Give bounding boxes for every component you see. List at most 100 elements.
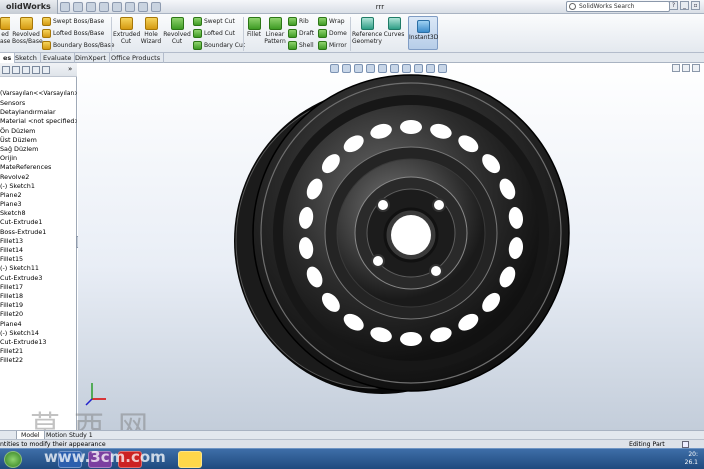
tree-item[interactable]: Fillet13 xyxy=(0,237,77,246)
start-button[interactable] xyxy=(4,451,22,468)
clock-date: 26.1 xyxy=(684,459,698,466)
swept-cut-button[interactable]: Swept Cut xyxy=(193,17,235,26)
tree-item[interactable]: (-) Sketch14 xyxy=(0,329,77,338)
instant3d-button[interactable]: Instant3D xyxy=(408,16,438,50)
tree-item[interactable]: Fillet22 xyxy=(0,356,77,365)
fillet-button[interactable]: Fillet xyxy=(245,17,263,38)
hole-wizard-label: Hole Wizard xyxy=(140,31,162,45)
tree-item[interactable]: MateReferences xyxy=(0,163,77,172)
lofted-cut-button[interactable]: Lofted Cut xyxy=(193,29,235,38)
swept-boss-button[interactable]: Swept Boss/Base xyxy=(42,17,104,26)
taskbar-clock[interactable]: 20: 26.1 xyxy=(685,451,698,467)
mirror-button[interactable]: Mirror xyxy=(318,41,347,50)
hole-wizard-button[interactable]: Hole Wizard xyxy=(139,17,163,45)
swept-boss-icon xyxy=(42,17,51,26)
wheel-model[interactable] xyxy=(78,63,704,430)
tree-item[interactable]: Fillet17 xyxy=(0,283,77,292)
tree-item[interactable]: Orijin xyxy=(0,154,77,163)
wrap-button[interactable]: Wrap xyxy=(318,17,345,26)
dome-button[interactable]: Dome xyxy=(318,29,347,38)
open-file-icon[interactable] xyxy=(73,2,83,12)
tree-item[interactable]: Fillet21 xyxy=(0,347,77,356)
tab-dimxpert[interactable]: DimXpert xyxy=(72,53,110,63)
tree-item[interactable]: Cut-Extrude3 xyxy=(0,274,77,283)
feature-manager-icon[interactable] xyxy=(2,66,10,74)
swept-cut-label: Swept Cut xyxy=(204,18,235,25)
tree-item[interactable]: (-) Sketch1 xyxy=(0,182,77,191)
tree-root[interactable]: (Varsayılan<<Varsayılan>_G xyxy=(0,90,77,97)
reference-geometry-button[interactable]: Reference Geometry xyxy=(352,17,382,45)
configuration-manager-icon[interactable] xyxy=(22,66,30,74)
tree-item[interactable]: Sketch8 xyxy=(0,209,77,218)
rib-label: Rib xyxy=(299,18,309,25)
minimize-button[interactable]: _ xyxy=(680,1,689,10)
dome-label: Dome xyxy=(329,30,347,37)
tree-item[interactable]: Boss-Extrude1 xyxy=(0,228,77,237)
tree-item[interactable]: Plane2 xyxy=(0,191,77,200)
word-taskbar-icon[interactable] xyxy=(58,451,82,468)
status-help-icon[interactable] xyxy=(682,441,689,448)
new-file-icon[interactable] xyxy=(60,2,70,12)
undo-icon[interactable] xyxy=(112,2,122,12)
explorer-taskbar-icon[interactable] xyxy=(178,451,202,468)
tree-item[interactable]: Ön Düzlem xyxy=(0,127,77,136)
tree-item[interactable]: Revolve2 xyxy=(0,173,77,182)
ribbon-separator xyxy=(111,17,112,51)
graphics-area[interactable] xyxy=(78,63,704,430)
revolved-cut-icon xyxy=(170,17,184,30)
boundary-cut-button[interactable]: Boundary Cut xyxy=(193,41,245,50)
property-manager-icon[interactable] xyxy=(12,66,20,74)
display-manager-icon[interactable] xyxy=(42,66,50,74)
tree-item[interactable]: Fillet15 xyxy=(0,255,77,264)
extruded-boss-button[interactable]: ed ase xyxy=(0,17,10,45)
tree-item[interactable]: Fillet20 xyxy=(0,310,77,319)
tab-office-products[interactable]: Office Products xyxy=(108,53,165,63)
linear-pattern-button[interactable]: Linear Pattern xyxy=(263,17,287,45)
tree-item[interactable]: Sensors xyxy=(0,99,77,108)
tree-item[interactable]: Sağ Düzlem xyxy=(0,145,77,154)
rib-button[interactable]: Rib xyxy=(288,17,309,26)
tab-sketch[interactable]: Sketch xyxy=(12,53,41,63)
tree-item[interactable]: Cut-Extrude13 xyxy=(0,338,77,347)
curves-button[interactable]: Curves xyxy=(383,17,405,38)
print-icon[interactable] xyxy=(99,2,109,12)
app-brand[interactable]: olidWorks xyxy=(0,0,58,14)
draft-button[interactable]: Draft xyxy=(288,29,314,38)
linear-pattern-label: Linear Pattern xyxy=(264,31,286,45)
features-ribbon: ed ase Revolved Boss/Base Swept Boss/Bas… xyxy=(0,14,704,53)
tree-item[interactable]: Plane4 xyxy=(0,320,77,329)
tree-item[interactable]: (-) Sketch11 xyxy=(0,264,77,273)
tree-item[interactable]: Fillet19 xyxy=(0,301,77,310)
tree-item[interactable]: Detaylandırmalar xyxy=(0,108,77,117)
tab-evaluate[interactable]: Evaluate xyxy=(40,53,76,63)
revolved-boss-button[interactable]: Revolved Boss/Base xyxy=(12,17,43,45)
chevron-right-icon[interactable]: » xyxy=(68,65,72,73)
quick-access-toolbar xyxy=(60,2,161,12)
tree-item[interactable]: Üst Düzlem xyxy=(0,136,77,145)
tree-item[interactable]: Fillet18 xyxy=(0,292,77,301)
boundary-boss-button[interactable]: Boundary Boss/Base xyxy=(42,41,114,50)
tree-item[interactable]: Plane3 xyxy=(0,200,77,209)
help-icon[interactable]: ? xyxy=(669,1,678,10)
lofted-boss-button[interactable]: Lofted Boss/Base xyxy=(42,29,104,38)
extruded-cut-button[interactable]: Extruded Cut xyxy=(113,17,140,45)
tree-item[interactable]: Cut-Extrude1 xyxy=(0,218,77,227)
tree-item[interactable]: Fillet14 xyxy=(0,246,77,255)
save-icon[interactable] xyxy=(86,2,96,12)
extruded-boss-icon xyxy=(0,17,10,30)
search-input[interactable]: SolidWorks Search xyxy=(566,1,670,12)
instant3d-label: Instant3D xyxy=(409,34,439,41)
select-icon[interactable] xyxy=(125,2,135,12)
options-icon[interactable] xyxy=(151,2,161,12)
rebuild-icon[interactable] xyxy=(138,2,148,12)
shell-label: Shell xyxy=(299,42,314,49)
app-taskbar-icon[interactable] xyxy=(88,451,112,468)
revolved-cut-label: Revolved Cut xyxy=(163,31,191,45)
instant3d-icon xyxy=(416,20,430,33)
shell-button[interactable]: Shell xyxy=(288,41,314,50)
tree-item[interactable]: Material <not specified> xyxy=(0,117,77,126)
dimxpert-manager-icon[interactable] xyxy=(32,66,40,74)
restore-button[interactable]: ▫ xyxy=(691,1,700,10)
revolved-cut-button[interactable]: Revolved Cut xyxy=(163,17,191,45)
solidworks-taskbar-icon[interactable] xyxy=(118,451,142,468)
